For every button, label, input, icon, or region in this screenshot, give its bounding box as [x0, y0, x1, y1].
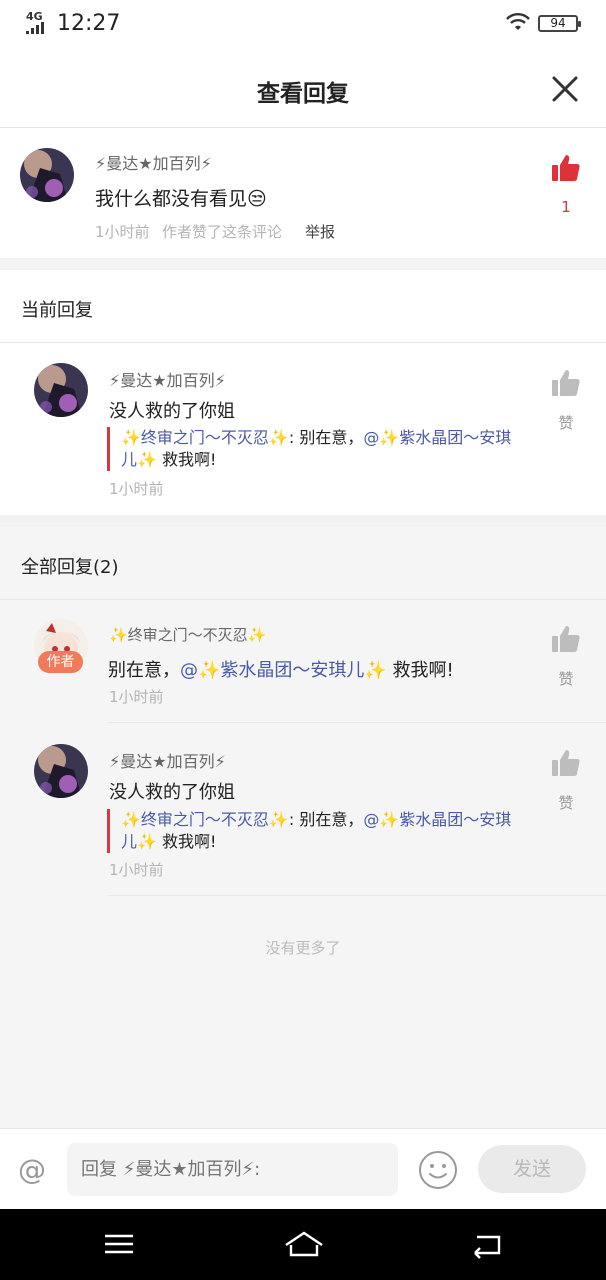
like-icon[interactable] [551, 624, 581, 654]
like-label: 赞 [558, 414, 574, 432]
quote-suffix: 救我啊! [156, 832, 217, 851]
divider [0, 342, 606, 343]
menu-icon[interactable] [101, 1229, 137, 1259]
reply-composer: @ 发送 [0, 1128, 606, 1209]
author-badge: 作者 [38, 651, 83, 673]
like-icon[interactable] [551, 748, 581, 778]
quoted-reply: ✨终审之门～不灭忍✨: 别在意，@✨紫水晶团～安琪儿✨ 救我啊! [107, 809, 527, 853]
battery-level: 94 [550, 16, 566, 30]
emoji-icon[interactable] [418, 1150, 458, 1190]
user-name[interactable]: ⚡曼达★加百列⚡ [109, 748, 226, 772]
send-button[interactable]: 发送 [478, 1145, 586, 1193]
close-icon[interactable] [548, 72, 582, 106]
report-link[interactable]: 举报 [305, 221, 335, 242]
current-reply-section: 当前回复 ⚡曼达★加百列⚡ 没人救的了你姐 ✨终审之门～不灭忍✨: 别在意，@✨… [0, 270, 606, 515]
signal-icon: 4G [26, 10, 52, 34]
all-replies-section: 全部回复(2) ✨终审之门～不灭忍✨ 别在意，@✨紫水晶团～安琪儿✨ 救我啊! … [0, 527, 606, 1127]
section-title: 当前回复 [21, 300, 93, 321]
home-icon[interactable] [283, 1229, 325, 1259]
reply-text-prefix: 别在意， [108, 660, 180, 681]
quote-body: : 别在意， [288, 810, 364, 829]
reply-text: 没人救的了你姐 [109, 782, 235, 803]
status-time: 12:27 [57, 11, 121, 36]
reply-text: 没人救的了你姐 [109, 401, 235, 422]
divider [108, 895, 606, 896]
wifi-icon [506, 13, 530, 30]
user-name[interactable]: ✨终审之门～不灭忍✨ [109, 624, 266, 645]
quote-suffix: 救我啊! [156, 450, 217, 469]
back-icon[interactable] [469, 1229, 505, 1259]
avatar[interactable] [20, 148, 74, 202]
quote-author[interactable]: ✨终审之门～不灭忍✨ [121, 428, 289, 447]
like-icon[interactable] [551, 368, 581, 398]
reply-mention[interactable]: @✨紫水晶团～安琪儿✨ [180, 660, 387, 681]
section-divider [0, 515, 606, 527]
section-title: 全部回复(2) [21, 557, 119, 578]
comment-time: 1小时前 [95, 223, 150, 241]
section-divider [0, 258, 606, 270]
reply-time: 1小时前 [109, 480, 164, 498]
avatar[interactable] [34, 744, 88, 798]
reply-text: 别在意，@✨紫水晶团～安琪儿✨ 救我啊! [108, 656, 454, 682]
reply-text-suffix: 救我啊! [386, 660, 454, 681]
like-count: 1 [561, 198, 571, 216]
like-icon[interactable] [551, 153, 581, 183]
system-nav-bar [0, 1209, 606, 1280]
reply-time: 1小时前 [109, 861, 164, 879]
page-title: 查看回复 [257, 81, 349, 107]
original-comment: ⚡曼达★加百列⚡ 我什么都没有看见😒 1小时前 作者赞了这条评论 举报 1 [0, 128, 606, 258]
like-label: 赞 [558, 670, 574, 688]
reply-input[interactable] [67, 1143, 398, 1196]
battery-icon: 94 [538, 15, 581, 32]
title-bar: 查看回复 [0, 50, 606, 128]
like-label: 赞 [558, 794, 574, 812]
divider [108, 722, 606, 723]
user-name[interactable]: ⚡曼达★加百列⚡ [109, 367, 226, 391]
user-name[interactable]: ⚡曼达★加百列⚡ [95, 150, 212, 174]
quote-author[interactable]: ✨终审之门～不灭忍✨ [121, 810, 289, 829]
status-bar: 4G 12:27 94 [0, 0, 606, 50]
avatar[interactable] [34, 363, 88, 417]
reply-time: 1小时前 [109, 688, 164, 706]
at-mention-icon[interactable]: @ [18, 1153, 46, 1186]
no-more-label: 没有更多了 [265, 939, 341, 957]
comment-text: 我什么都没有看见😒 [95, 188, 267, 210]
divider [0, 599, 606, 600]
quote-body: : 别在意， [288, 428, 364, 447]
author-liked-note: 作者赞了这条评论 [162, 223, 283, 241]
quoted-reply: ✨终审之门～不灭忍✨: 别在意，@✨紫水晶团～安琪儿✨ 救我啊! [107, 427, 527, 471]
